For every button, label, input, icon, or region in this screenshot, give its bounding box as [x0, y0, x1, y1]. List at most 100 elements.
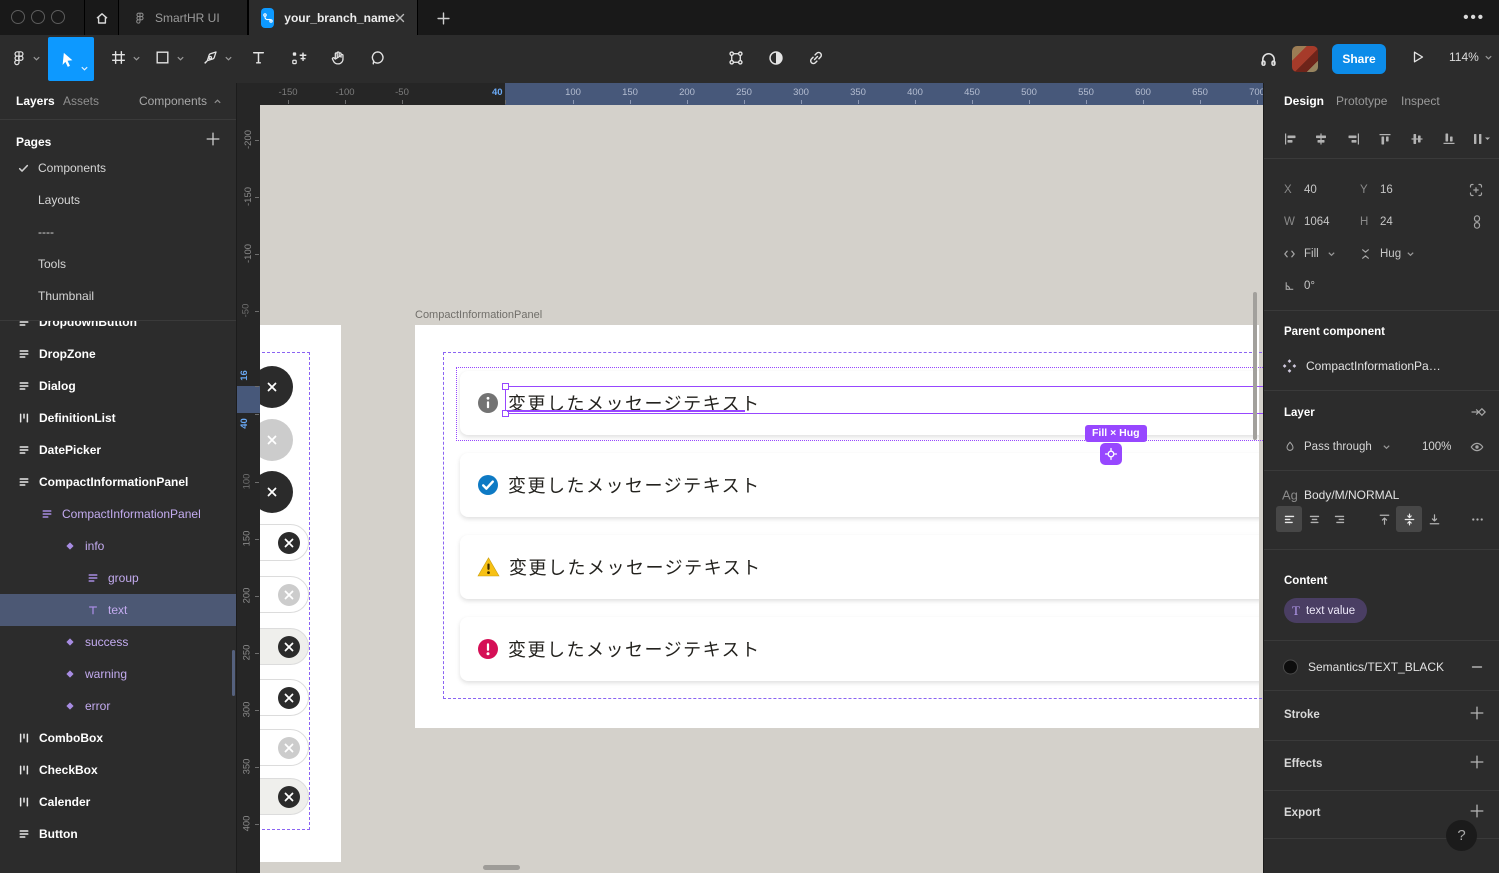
text-valign-middle-button[interactable] — [1396, 506, 1422, 532]
layer-item-info[interactable]: info — [0, 530, 236, 562]
vertical-resizing-value[interactable]: Hug — [1380, 248, 1401, 260]
layer-item-text[interactable]: text — [0, 594, 236, 626]
layer-item-dropzone[interactable]: DropZone — [0, 338, 236, 370]
window-zoom-button[interactable] — [51, 10, 65, 24]
layer-item-definitionlist[interactable]: DefinitionList — [0, 402, 236, 434]
chevron-down-icon[interactable] — [1327, 250, 1336, 259]
canvas-vertical-scrollbar[interactable] — [1253, 292, 1257, 440]
canvas-horizontal-scrollbar[interactable] — [483, 865, 520, 870]
window-minimize-button[interactable] — [31, 10, 45, 24]
tab-design[interactable]: Design — [1284, 94, 1324, 108]
home-button[interactable] — [84, 0, 118, 35]
tab-inspect[interactable]: Inspect — [1401, 94, 1440, 108]
text-valign-bottom-button[interactable] — [1421, 506, 1447, 532]
main-menu-button[interactable] — [10, 49, 28, 67]
align-top-button[interactable] — [1377, 131, 1393, 147]
alignment-target-button[interactable] — [1468, 182, 1484, 198]
chevron-down-icon[interactable] — [1382, 443, 1391, 452]
layer-item-combobox[interactable]: ComboBox — [0, 722, 236, 754]
autolayout-indicator-button[interactable] — [1100, 443, 1122, 465]
w-value[interactable]: 1064 — [1304, 216, 1330, 228]
opacity-value[interactable]: 100% — [1422, 441, 1451, 453]
layer-item-error[interactable]: error — [0, 690, 236, 722]
zoom-menu[interactable]: 114% — [1449, 50, 1493, 64]
y-value[interactable]: 16 — [1380, 184, 1393, 196]
layer-item-compactinformationpanel[interactable]: CompactInformationPanel — [0, 466, 236, 498]
link-button[interactable] — [807, 49, 825, 67]
text-style-row[interactable]: Ag Body/M/NORMAL — [1264, 483, 1499, 507]
text-valign-top-button[interactable] — [1371, 506, 1397, 532]
shape-tool-button[interactable] — [154, 49, 171, 66]
move-tool-button[interactable] — [48, 37, 94, 81]
mask-button[interactable] — [767, 49, 785, 67]
edit-object-button[interactable] — [727, 49, 745, 67]
frame-tool-button[interactable] — [110, 49, 127, 66]
text-more-options-button[interactable] — [1464, 506, 1490, 532]
distribute-menu-button[interactable] — [1470, 131, 1492, 147]
help-button[interactable]: ? — [1446, 820, 1477, 851]
menu-chevron-icon[interactable] — [32, 54, 41, 63]
layer-item-group[interactable]: group — [0, 562, 236, 594]
canvas[interactable]: CompactInformationPanel 変更したメッセージテキスト変更し… — [237, 83, 1263, 873]
align-horizontal-center-button[interactable] — [1313, 131, 1329, 147]
page-item--[interactable]: ---- — [0, 216, 236, 248]
comment-tool-button[interactable] — [369, 49, 386, 66]
chevron-down-icon[interactable] — [1406, 250, 1415, 259]
parent-component-row[interactable]: CompactInformationPa… — [1264, 354, 1499, 378]
layer-item-calender[interactable]: Calender — [0, 786, 236, 818]
page-selector[interactable]: Components — [139, 94, 222, 108]
blend-mode-value[interactable]: Pass through — [1304, 441, 1372, 453]
layer-item-dropdownbutton[interactable]: DropdownButton — [0, 321, 236, 338]
layer-item-datepicker[interactable]: DatePicker — [0, 434, 236, 466]
pen-tool-button[interactable] — [202, 49, 219, 66]
artboard-title[interactable]: CompactInformationPanel — [415, 309, 542, 321]
align-left-button[interactable] — [1282, 131, 1298, 147]
add-export-button[interactable] — [1470, 804, 1484, 818]
x-value[interactable]: 40 — [1304, 184, 1317, 196]
avatar[interactable] — [1292, 46, 1318, 72]
tab-prototype[interactable]: Prototype — [1336, 94, 1387, 108]
tab-layers[interactable]: Layers — [16, 94, 55, 108]
new-tab-button[interactable] — [432, 7, 454, 29]
horizontal-resizing-value[interactable]: Fill — [1304, 248, 1319, 260]
text-align-center-button[interactable] — [1301, 506, 1327, 532]
tab-smarthr-ui[interactable]: SmartHR UI — [118, 0, 248, 35]
align-vertical-center-button[interactable] — [1409, 131, 1425, 147]
resources-tool-button[interactable] — [290, 49, 308, 67]
h-value[interactable]: 24 — [1380, 216, 1393, 228]
page-item-tools[interactable]: Tools — [0, 248, 236, 280]
pen-tool-chevron-icon[interactable] — [224, 54, 233, 63]
content-value-pill[interactable]: T text value — [1284, 598, 1367, 623]
page-item-layouts[interactable]: Layouts — [0, 184, 236, 216]
text-align-right-button[interactable] — [1326, 506, 1352, 532]
fill-color-swatch[interactable] — [1283, 660, 1298, 675]
tab-assets[interactable]: Assets — [63, 94, 99, 108]
tab-branch[interactable]: your_branch_name — [248, 0, 418, 35]
layer-item-button[interactable]: Button — [0, 818, 236, 850]
layer-item-dialog[interactable]: Dialog — [0, 370, 236, 402]
visibility-eye-icon[interactable] — [1469, 439, 1485, 455]
hand-tool-button[interactable] — [330, 49, 347, 66]
constrain-proportions-button[interactable] — [1470, 214, 1484, 230]
window-more-button[interactable]: ••• — [1463, 9, 1485, 26]
page-item-components[interactable]: Components — [0, 152, 236, 184]
align-bottom-button[interactable] — [1441, 131, 1457, 147]
add-stroke-button[interactable] — [1470, 706, 1484, 720]
shape-tool-chevron-icon[interactable] — [176, 54, 185, 63]
layer-style-button[interactable] — [1470, 404, 1486, 420]
align-right-button[interactable] — [1346, 131, 1362, 147]
remove-fill-button[interactable] — [1470, 660, 1484, 674]
window-close-button[interactable] — [11, 10, 25, 24]
selection-handle[interactable] — [502, 383, 509, 390]
layer-item-checkbox[interactable]: CheckBox — [0, 754, 236, 786]
layer-item-compactinformationpanel[interactable]: CompactInformationPanel — [0, 498, 236, 530]
fill-row[interactable]: Semantics/TEXT_BLACK — [1264, 655, 1499, 679]
add-effect-button[interactable] — [1470, 755, 1484, 769]
add-page-button[interactable] — [206, 132, 220, 146]
share-button[interactable]: Share — [1332, 44, 1386, 74]
frame-tool-chevron-icon[interactable] — [132, 54, 141, 63]
layer-item-success[interactable]: success — [0, 626, 236, 658]
layer-item-warning[interactable]: warning — [0, 658, 236, 690]
text-align-left-button[interactable] — [1276, 506, 1302, 532]
audio-button[interactable] — [1259, 49, 1278, 68]
